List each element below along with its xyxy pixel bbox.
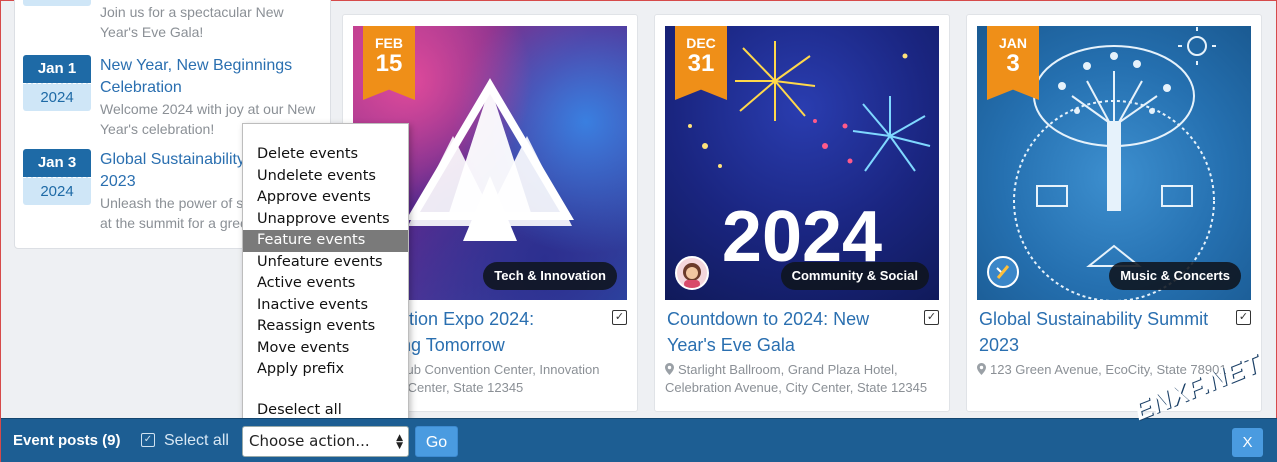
ribbon-day: 15 <box>375 50 403 77</box>
select-checkbox[interactable]: ✓ <box>612 310 627 325</box>
map-pin-icon <box>977 363 986 375</box>
menu-item-delete-events[interactable]: Delete events <box>243 144 408 166</box>
event-thumbnail[interactable]: JAN 3 Music & Concerts <box>977 26 1251 300</box>
action-select[interactable]: Choose action... ▲ ▼ <box>242 426 409 457</box>
date-badge: Jan 1 2024 <box>23 55 91 111</box>
location-text: Starlight Ballroom, Grand Plaza Hotel, C… <box>665 362 928 395</box>
close-button[interactable]: X <box>1232 428 1263 457</box>
event-title-link[interactable]: Countdown to 2024: New Year's Eve Gala <box>667 306 913 358</box>
menu-item-reassign-events[interactable]: Reassign events <box>243 316 408 338</box>
category-badge[interactable]: Tech & Innovation <box>483 262 617 290</box>
ribbon-month: DEC <box>686 35 716 51</box>
action-select-value: Choose action... <box>249 432 370 450</box>
date-badge: Jan 3 2024 <box>23 149 91 205</box>
select-checkbox[interactable]: ✓ <box>924 310 939 325</box>
select-all-checkbox[interactable]: ✓ <box>141 433 155 447</box>
ribbon-month: FEB <box>375 35 403 51</box>
menu-item-apply-prefix[interactable]: Apply prefix <box>243 359 408 381</box>
ribbon-month: JAN <box>998 35 1027 51</box>
event-title-link[interactable]: New Year, New Beginnings Celebration <box>100 55 320 99</box>
event-description: Join us for a spectacular New Year's Eve… <box>100 4 284 40</box>
category-badge[interactable]: Community & Social <box>780 262 929 290</box>
avatar[interactable] <box>675 256 709 290</box>
event-location: Starlight Ballroom, Grand Plaza Hotel, C… <box>665 361 935 397</box>
event-card[interactable]: 2024 DEC 31 Community & Social Countdown… <box>654 14 950 412</box>
event-title-link[interactable]: Global Sustainability Summit 2023 <box>979 306 1225 358</box>
date-ribbon: JAN 3 <box>987 26 1039 100</box>
ribbon-day: 31 <box>687 50 715 77</box>
event-card[interactable]: JAN 3 Music & Concerts Global Sustainabi… <box>966 14 1262 412</box>
category-badge[interactable]: Music & Concerts <box>1109 262 1241 290</box>
menu-item-undelete-events[interactable]: Undelete events <box>243 166 408 188</box>
menu-item-inactive-events[interactable]: Inactive events <box>243 295 408 317</box>
action-dropdown-menu[interactable]: Delete events Undelete events Approve ev… <box>242 123 409 423</box>
menu-item-unapprove-events[interactable]: Unapprove events <box>243 209 408 231</box>
menu-divider <box>243 381 408 400</box>
select-arrows-icon: ▲ ▼ <box>396 433 403 451</box>
date-badge-year: 2023 <box>23 0 91 6</box>
map-pin-icon <box>665 363 674 375</box>
select-checkbox[interactable]: ✓ <box>1236 310 1251 325</box>
date-badge-year: 2024 <box>23 177 91 205</box>
go-button[interactable]: Go <box>415 426 458 457</box>
date-ribbon: DEC 31 <box>675 26 727 100</box>
menu-item-active-events[interactable]: Active events <box>243 273 408 295</box>
date-ribbon: FEB 15 <box>363 26 415 100</box>
menu-item-feature-events[interactable]: Feature events <box>243 230 408 252</box>
date-badge-monthday: Jan 1 <box>23 55 91 83</box>
date-badge: 2023 <box>23 0 91 6</box>
event-thumbnail[interactable]: 2024 DEC 31 Community & Social <box>665 26 939 300</box>
select-all-label[interactable]: Select all <box>164 432 229 450</box>
user-avatar-icon <box>683 263 701 288</box>
menu-item-unfeature-events[interactable]: Unfeature events <box>243 252 408 274</box>
edit-icon[interactable] <box>987 256 1019 288</box>
inline-mod-bar: Event posts (9) ✓ Select all Choose acti… <box>1 418 1277 462</box>
bar-title: Event posts (9) <box>13 432 121 449</box>
date-badge-monthday: Jan 3 <box>23 149 91 177</box>
ribbon-day: 3 <box>1006 50 1020 77</box>
pencil-icon <box>996 265 1010 279</box>
menu-item-move-events[interactable]: Move events <box>243 338 408 360</box>
menu-item-approve-events[interactable]: Approve events <box>243 187 408 209</box>
date-badge-year: 2024 <box>23 83 91 111</box>
